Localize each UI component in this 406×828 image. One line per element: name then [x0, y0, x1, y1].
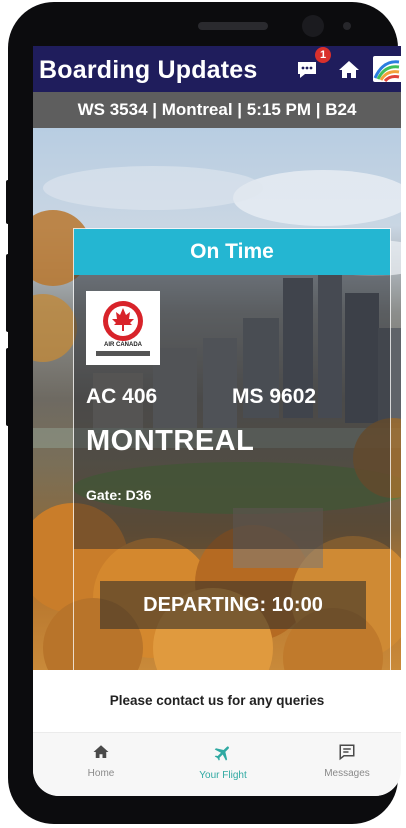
departing-time-banner: DEPARTING: 10:00: [100, 581, 366, 629]
app-screen: Boarding Updates 1 WS 3534 | Montreal | …: [33, 46, 401, 796]
airplane-icon: [213, 746, 233, 767]
montreal-background-photo: On Time AIR CANADA AC 406 MS 9602 MONTRE…: [33, 128, 401, 670]
speaker-grille: [198, 22, 268, 30]
app-header: Boarding Updates 1: [33, 46, 401, 92]
volume-down-button: [6, 348, 12, 426]
phone-frame: Boarding Updates 1 WS 3534 | Montreal | …: [6, 2, 401, 824]
volume-up-button: [6, 254, 12, 332]
page-title: Boarding Updates: [39, 56, 258, 84]
contact-message: Please contact us for any queries: [33, 670, 401, 732]
destination-city: MONTREAL: [86, 425, 255, 457]
nav-label-messages: Messages: [324, 768, 370, 779]
airline-logo-icon[interactable]: [373, 56, 401, 82]
front-camera: [302, 15, 324, 37]
bottom-navigation: Home Your Flight Messages: [33, 732, 401, 796]
notification-badge: 1: [315, 47, 331, 63]
proximity-sensor: [343, 22, 351, 30]
air-canada-logo: AIR CANADA: [86, 291, 160, 365]
nav-label-your-flight: Your Flight: [199, 770, 247, 781]
flight-details-panel: AIR CANADA AC 406 MS 9602 MONTREAL Gate:…: [74, 275, 390, 549]
flight-number-codeshare: MS 9602: [232, 385, 317, 408]
flight-info-bar: WS 3534 | Montreal | 5:15 PM | B24: [33, 92, 401, 128]
status-banner: On Time: [74, 229, 390, 275]
nav-item-home[interactable]: Home: [51, 743, 151, 779]
flight-card: On Time AIR CANADA AC 406 MS 9602 MONTRE…: [73, 228, 391, 670]
nav-item-your-flight[interactable]: Your Flight: [173, 743, 273, 781]
nav-item-messages[interactable]: Messages: [297, 743, 397, 779]
chat-bubble-icon[interactable]: [295, 58, 319, 82]
nav-label-home: Home: [87, 768, 115, 779]
gate-label: Gate: D36: [86, 487, 152, 503]
home-icon[interactable]: [337, 58, 361, 82]
flight-number-primary: AC 406: [86, 385, 158, 408]
message-icon: [338, 744, 356, 765]
airline-logo-text: AIR CANADA: [104, 342, 142, 348]
home-icon: [92, 745, 110, 765]
mute-switch: [6, 180, 12, 224]
